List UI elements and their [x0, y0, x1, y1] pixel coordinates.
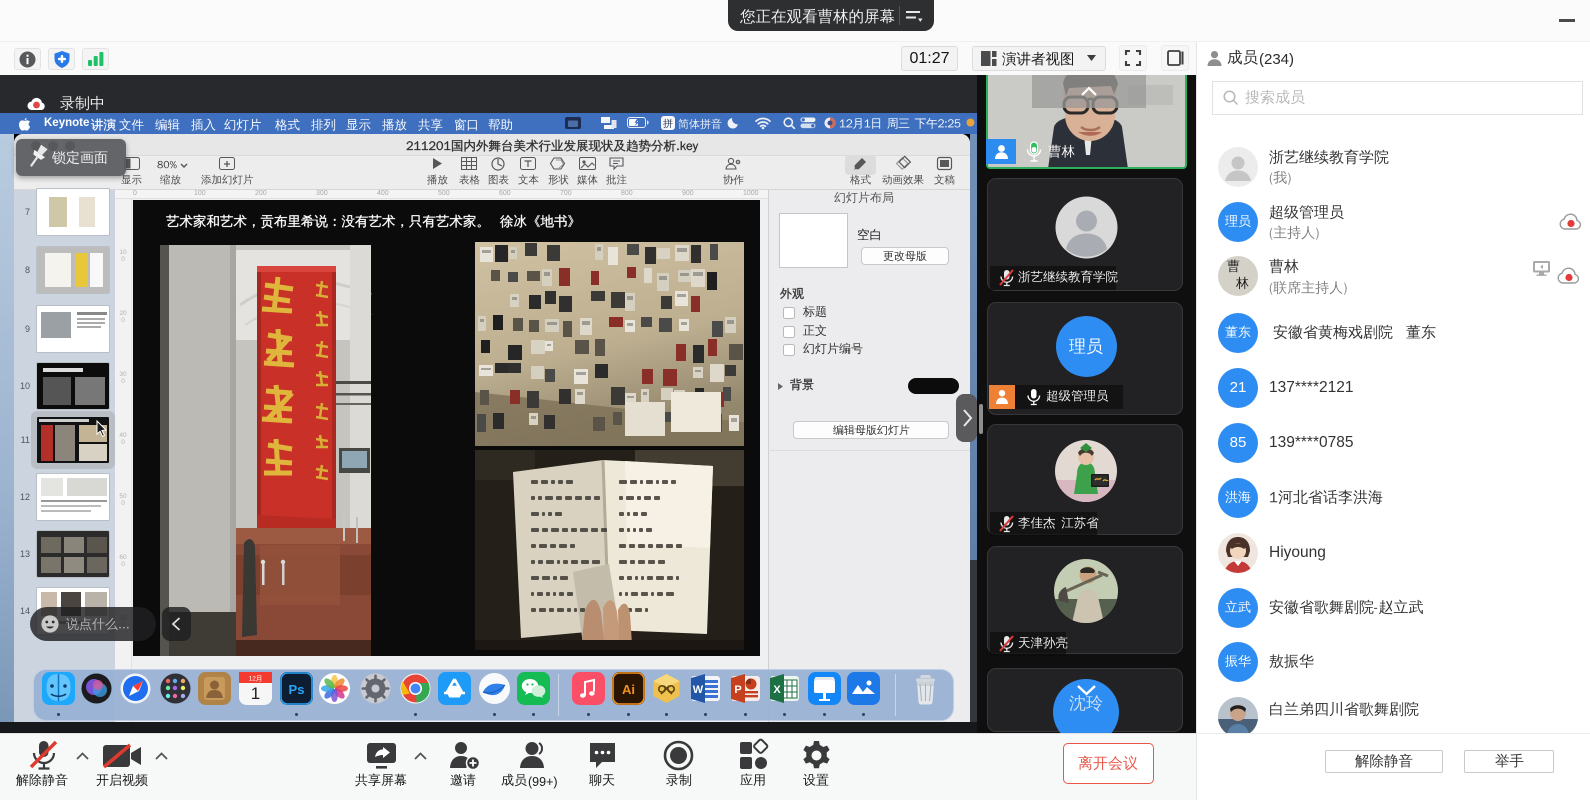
svg-text:X: X [773, 684, 781, 696]
svg-text:Ai: Ai [622, 682, 635, 697]
svg-text:Ps: Ps [289, 682, 305, 697]
svg-text:1: 1 [251, 684, 260, 703]
svg-text:W: W [693, 684, 704, 696]
svg-text:12月: 12月 [249, 675, 263, 683]
svg-text:P: P [734, 684, 741, 696]
